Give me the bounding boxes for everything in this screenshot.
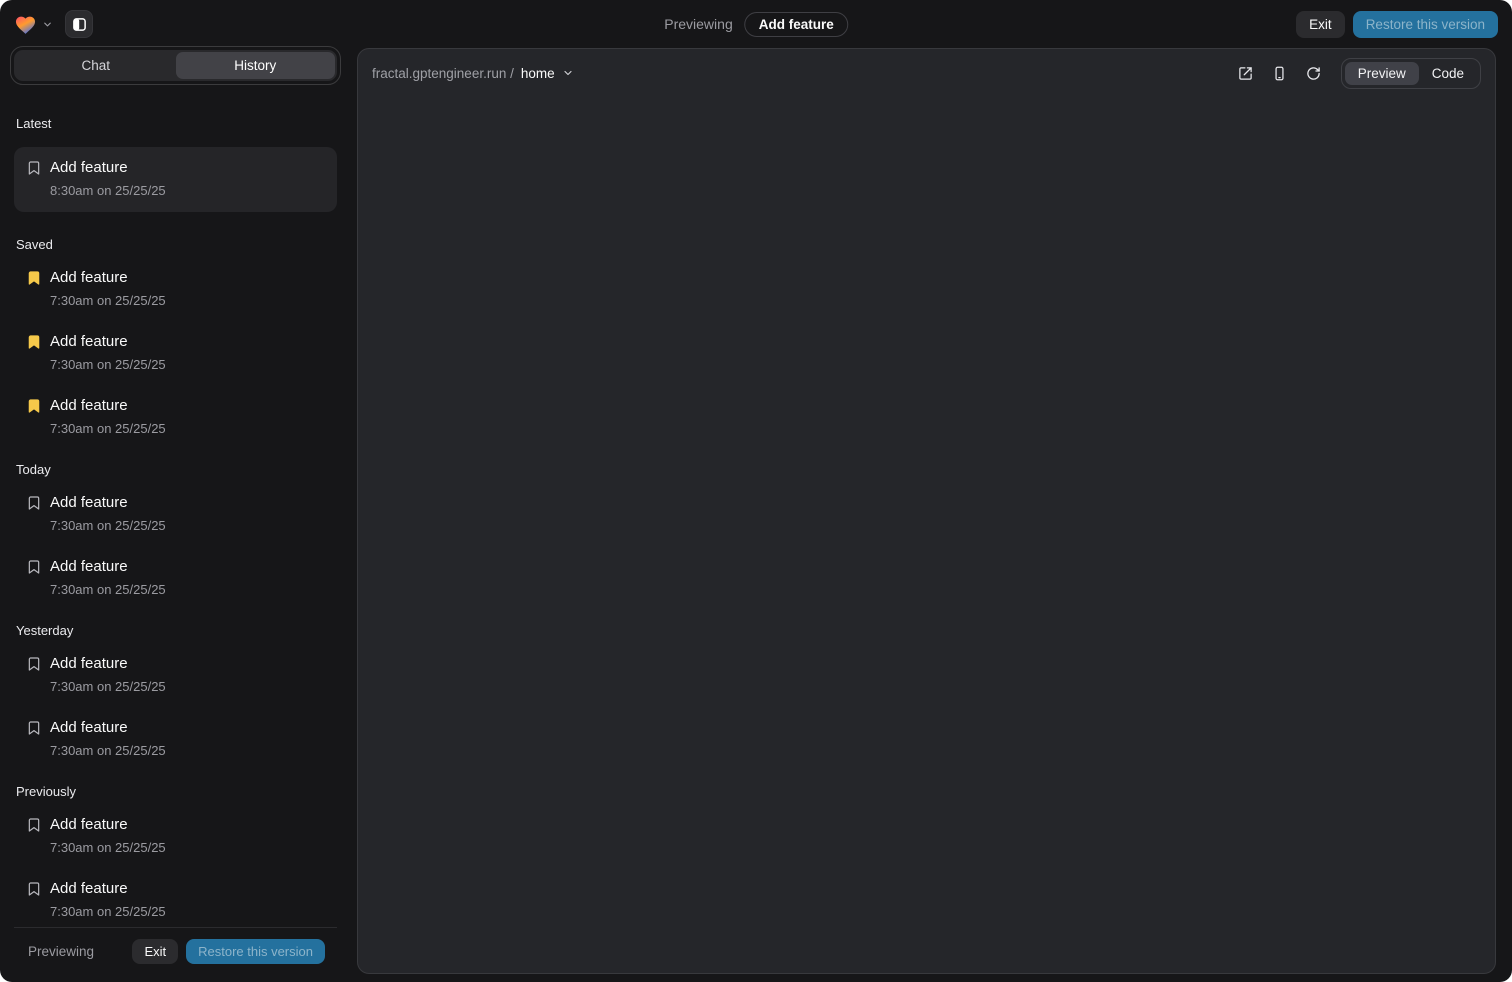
bookmark-icon <box>26 270 42 286</box>
bookmark-icon <box>26 720 42 736</box>
history-item[interactable]: Add feature 7:30am on 25/25/25 <box>14 493 337 534</box>
history-item-title: Add feature <box>50 815 166 834</box>
preview-actions: Preview Code <box>1225 58 1481 89</box>
restore-version-button[interactable]: Restore this version <box>1353 11 1498 38</box>
preview-header: fractal.gptengineer.run / home <box>358 49 1495 97</box>
preview-status: Previewing Add feature <box>664 12 848 37</box>
history-item-title: Add feature <box>50 268 166 287</box>
top-actions: Exit Restore this version <box>1296 11 1498 38</box>
open-external-button[interactable] <box>1233 60 1259 86</box>
history-item[interactable]: Add feature 7:30am on 25/25/25 <box>14 654 337 695</box>
tab-history[interactable]: History <box>176 52 336 79</box>
history-item[interactable]: Add feature 7:30am on 25/25/25 <box>14 396 337 437</box>
bookmark-icon <box>26 495 42 511</box>
lovable-heart-logo <box>14 14 37 35</box>
workspace-menu[interactable] <box>14 14 53 35</box>
history-item-time: 7:30am on 25/25/25 <box>50 840 166 856</box>
history-item[interactable]: Add feature 8:30am on 25/25/25 <box>14 147 337 212</box>
panel-left-icon <box>72 17 87 32</box>
bookmark-icon <box>26 398 42 414</box>
section-items: Add feature 7:30am on 25/25/25 Add featu… <box>14 493 337 598</box>
section-items: Add feature 7:30am on 25/25/25 Add featu… <box>14 268 337 437</box>
url-page: home <box>521 66 555 81</box>
history-item[interactable]: Add feature 7:30am on 25/25/25 <box>14 268 337 309</box>
history-section: Saved Add feature 7:30am on 25/25/25 Add… <box>14 237 337 437</box>
footer-previewing-label: Previewing <box>28 944 94 959</box>
bookmark-icon <box>26 881 42 897</box>
history-section: Today Add feature 7:30am on 25/25/25 Add… <box>14 462 337 598</box>
top-bar: Previewing Add feature Exit Restore this… <box>0 0 1512 48</box>
section-title: Previously <box>16 784 335 799</box>
mobile-view-button[interactable] <box>1267 60 1293 86</box>
history-item[interactable]: Add feature 7:30am on 25/25/25 <box>14 557 337 598</box>
url-prefix: fractal.gptengineer.run / <box>372 66 514 81</box>
version-badge: Add feature <box>745 12 848 37</box>
bookmark-icon <box>26 334 42 350</box>
history-item[interactable]: Add feature 7:30am on 25/25/25 <box>14 879 337 920</box>
history-item-title: Add feature <box>50 396 166 415</box>
sidebar-tabs: Chat History <box>14 50 337 81</box>
history-item-time: 7:30am on 25/25/25 <box>50 293 166 309</box>
history-item-time: 7:30am on 25/25/25 <box>50 357 166 373</box>
history-item[interactable]: Add feature 7:30am on 25/25/25 <box>14 332 337 373</box>
chevron-down-icon <box>42 19 53 30</box>
section-title: Latest <box>16 116 335 131</box>
footer-restore-version-button[interactable]: Restore this version <box>186 939 325 964</box>
history-section: Yesterday Add feature 7:30am on 25/25/25… <box>14 623 337 759</box>
history-item-title: Add feature <box>50 557 166 576</box>
history-item-time: 7:30am on 25/25/25 <box>50 421 166 437</box>
bookmark-icon <box>26 656 42 672</box>
refresh-icon <box>1306 66 1321 81</box>
toggle-preview[interactable]: Preview <box>1345 62 1419 85</box>
smartphone-icon <box>1272 66 1287 81</box>
history-section: Previously Add feature 7:30am on 25/25/2… <box>14 784 337 920</box>
bookmark-icon <box>26 817 42 833</box>
history-item-time: 7:30am on 25/25/25 <box>50 582 166 598</box>
route-selector[interactable]: fractal.gptengineer.run / home <box>372 66 574 81</box>
app-window: Previewing Add feature Exit Restore this… <box>0 0 1512 982</box>
section-title: Yesterday <box>16 623 335 638</box>
toggle-sidebar-button[interactable] <box>65 10 93 38</box>
history-item-title: Add feature <box>50 879 166 898</box>
sidebar-footer: Previewing Exit Restore this version <box>14 927 337 975</box>
toggle-code[interactable]: Code <box>1419 62 1477 85</box>
history-item-time: 7:30am on 25/25/25 <box>50 679 166 695</box>
history-item-title: Add feature <box>50 654 166 673</box>
history-item[interactable]: Add feature 7:30am on 25/25/25 <box>14 718 337 759</box>
preview-panel: fractal.gptengineer.run / home <box>357 48 1496 974</box>
history-item-time: 7:30am on 25/25/25 <box>50 743 166 759</box>
section-items: Add feature 7:30am on 25/25/25 Add featu… <box>14 654 337 759</box>
history-item-title: Add feature <box>50 332 166 351</box>
history-item-time: 8:30am on 25/25/25 <box>50 183 166 199</box>
bookmark-icon <box>26 559 42 575</box>
bookmark-icon <box>26 160 42 176</box>
refresh-button[interactable] <box>1301 60 1327 86</box>
history-item-title: Add feature <box>50 158 166 177</box>
section-items: Add feature 8:30am on 25/25/25 <box>14 147 337 212</box>
section-title: Today <box>16 462 335 477</box>
chevron-down-icon <box>562 67 574 79</box>
history-item-time: 7:30am on 25/25/25 <box>50 518 166 534</box>
history-item-title: Add feature <box>50 718 166 737</box>
previewing-label: Previewing <box>664 16 732 32</box>
history-item-time: 7:30am on 25/25/25 <box>50 904 166 920</box>
section-items: Add feature 7:30am on 25/25/25 Add featu… <box>14 815 337 920</box>
history-list: Latest Add feature 8:30am on 25/25/25 Sa… <box>14 99 337 927</box>
history-section: Latest Add feature 8:30am on 25/25/25 <box>14 116 337 212</box>
sidebar: Chat History Latest Add feature 8:30am o… <box>14 50 337 975</box>
history-item[interactable]: Add feature 7:30am on 25/25/25 <box>14 815 337 856</box>
tab-chat[interactable]: Chat <box>16 52 176 79</box>
history-item-title: Add feature <box>50 493 166 512</box>
section-title: Saved <box>16 237 335 252</box>
footer-exit-button[interactable]: Exit <box>132 939 178 964</box>
view-toggle: Preview Code <box>1341 58 1481 89</box>
exit-button[interactable]: Exit <box>1296 11 1345 38</box>
external-link-icon <box>1238 66 1253 81</box>
